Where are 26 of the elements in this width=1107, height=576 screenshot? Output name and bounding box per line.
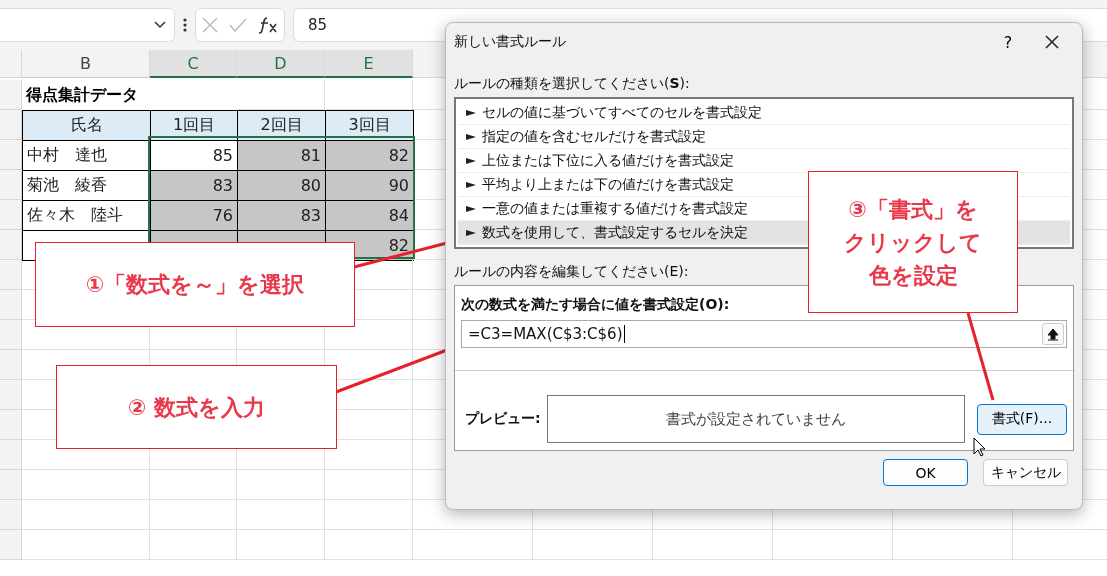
rule-type-text: セルの値に基づいてすべてのセルを書式設定 <box>482 103 762 122</box>
preview-label: プレビュー: <box>464 410 542 428</box>
rule-type-text: 一意の値または重複する値だけを書式設定 <box>482 199 748 218</box>
dialog-title: 新しい書式ルール <box>454 33 567 51</box>
callout-text: ② 数式を入力 <box>127 393 266 422</box>
table-header-cell: 氏名 <box>22 110 151 141</box>
preview-box: 書式が設定されていません <box>547 395 965 443</box>
table-cell: 83 <box>150 170 238 201</box>
table-cell: 76 <box>150 200 238 231</box>
table-cell: 84 <box>325 200 414 231</box>
rule-type-label: ルールの種類を選択してください(S): <box>454 75 690 93</box>
table-cell: 81 <box>237 140 326 171</box>
table-title: 得点集計データ <box>25 83 139 106</box>
table-cell: 80 <box>237 170 326 201</box>
callout-text: ①「数式を～」を選択 <box>85 271 305 299</box>
rule-type-text: 数式を使用して、書式設定するセルを決定 <box>482 223 748 242</box>
edit-label: ルールの内容を編集してください(E): <box>454 263 689 281</box>
rule-type-text: 上位または下位に入る値だけを書式設定 <box>482 151 734 170</box>
rule-type-text: 平均より上または下の値だけを書式設定 <box>482 175 734 194</box>
table-cell: 90 <box>325 170 414 201</box>
callout-text: 色を設定 <box>868 261 958 290</box>
formula-label: 次の数式を満たす場合に値を書式設定(O): <box>461 296 731 314</box>
rule-type-text: 指定の値を含むセルだけを書式設定 <box>482 127 706 146</box>
callout-text: ③「書式」を <box>848 195 978 224</box>
table-cell: 83 <box>237 200 326 231</box>
table-cell: 82 <box>325 140 414 171</box>
